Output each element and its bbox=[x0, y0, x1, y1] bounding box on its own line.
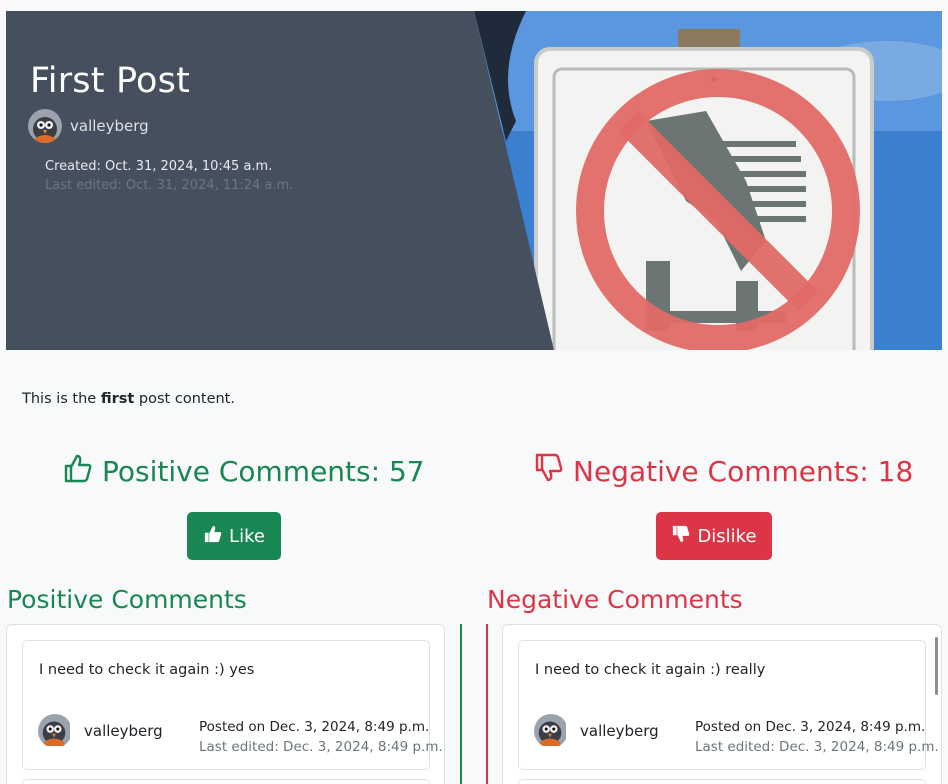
created-date: Created: Oct. 31, 2024, 10:45 a.m. bbox=[45, 159, 273, 174]
post-hero: First Post valleyberg Created: Oct. 31, … bbox=[6, 11, 942, 350]
negative-count-label: Negative Comments: 18 bbox=[573, 455, 914, 488]
post-author[interactable]: valleyberg bbox=[28, 109, 149, 143]
dislike-button-label: Dislike bbox=[697, 525, 757, 547]
content-text-bold: first bbox=[100, 391, 135, 407]
like-button[interactable]: Like bbox=[187, 512, 281, 560]
comment-card: I need to check it again :) really valle… bbox=[518, 640, 939, 770]
scrollbar[interactable] bbox=[935, 637, 938, 695]
comment-edited: Last edited: Dec. 3, 2024, 8:49 p.m. bbox=[695, 739, 939, 755]
comment-author[interactable]: valleyberg bbox=[38, 714, 163, 748]
thumbs-down-icon bbox=[671, 524, 691, 549]
posted-date: Dec. 3, 2024, 8:49 p.m. bbox=[765, 719, 926, 735]
comment-author-name: valleyberg bbox=[580, 722, 659, 740]
like-button-label: Like bbox=[229, 525, 265, 547]
avatar bbox=[28, 109, 62, 143]
comment-card bbox=[22, 779, 430, 784]
negative-count-heading: Negative Comments: 18 bbox=[533, 452, 913, 491]
positive-count-label: Positive Comments: 57 bbox=[102, 455, 425, 488]
negative-comments-panel[interactable]: I need to check it again :) really valle… bbox=[502, 624, 942, 784]
comment-text: I need to check it again :) really bbox=[535, 662, 766, 678]
comment-author-name: valleyberg bbox=[84, 722, 163, 740]
post-content: This is the first post content. bbox=[22, 391, 235, 407]
comment-card bbox=[518, 779, 926, 784]
comment-posted: Posted on Dec. 3, 2024, 8:49 p.m. bbox=[695, 717, 939, 737]
comment-dates: Posted on Dec. 3, 2024, 8:49 p.m. Last e… bbox=[199, 717, 443, 757]
negative-divider bbox=[486, 624, 488, 784]
content-text-before: This is the bbox=[22, 391, 101, 407]
negative-comments-title: Negative Comments bbox=[487, 585, 743, 614]
positive-comments-title: Positive Comments bbox=[7, 585, 247, 614]
content-text-after: post content. bbox=[134, 391, 235, 407]
avatar bbox=[38, 714, 72, 748]
thumbs-up-icon bbox=[203, 524, 223, 549]
comment-author[interactable]: valleyberg bbox=[534, 714, 659, 748]
posted-prefix: Posted on bbox=[695, 719, 762, 735]
positive-divider bbox=[460, 624, 462, 784]
comment-card: I need to check it again :) yes valleybe… bbox=[22, 640, 443, 770]
positive-comments-panel[interactable]: I need to check it again :) yes valleybe… bbox=[6, 624, 445, 784]
comment-edited: Last edited: Dec. 3, 2024, 8:49 p.m. bbox=[199, 739, 443, 755]
thumbs-up-icon bbox=[62, 452, 94, 491]
last-edited-date: Last edited: Oct. 31, 2024, 11:24 a.m. bbox=[45, 178, 294, 193]
post-title: First Post bbox=[30, 61, 191, 101]
thumbs-down-icon bbox=[533, 452, 565, 491]
dislike-button[interactable]: Dislike bbox=[656, 512, 772, 560]
avatar bbox=[534, 714, 568, 748]
comment-dates: Posted on Dec. 3, 2024, 8:49 p.m. Last e… bbox=[695, 717, 939, 757]
posted-prefix: Posted on bbox=[199, 719, 266, 735]
positive-count-heading: Positive Comments: 57 bbox=[62, 452, 425, 491]
posted-date: Dec. 3, 2024, 8:49 p.m. bbox=[269, 719, 430, 735]
author-name: valleyberg bbox=[70, 117, 149, 135]
comment-posted: Posted on Dec. 3, 2024, 8:49 p.m. bbox=[199, 717, 443, 737]
comment-text: I need to check it again :) yes bbox=[39, 662, 255, 678]
